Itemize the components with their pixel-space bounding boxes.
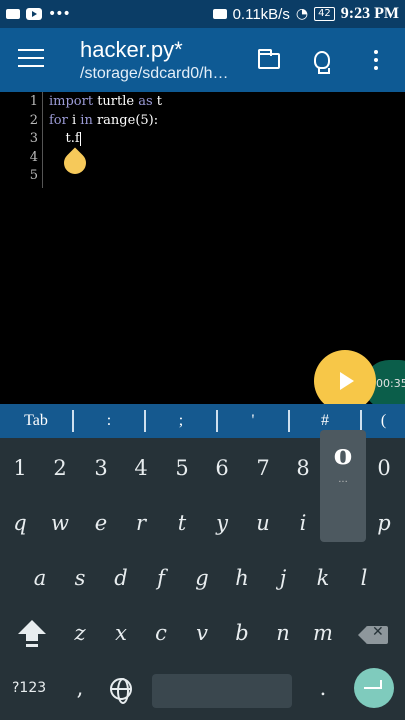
key-8[interactable]: 8 [285, 448, 321, 488]
line-number: 5 [29, 168, 38, 183]
symbol-key[interactable]: ; [146, 404, 216, 438]
status-left: ••• [6, 6, 71, 22]
text-token: t [152, 94, 163, 109]
battery-icon: 42 [314, 7, 335, 21]
key-7[interactable]: 7 [245, 448, 281, 488]
key-f[interactable]: f [143, 558, 179, 598]
shift-key[interactable] [18, 620, 46, 650]
key-l[interactable]: l [346, 558, 382, 598]
text-token: i [67, 112, 81, 128]
code-text: for i in range(5): [49, 113, 158, 128]
status-right: 0.11kB/s ◔ 42 9:23 PM [212, 5, 399, 23]
key-q[interactable]: q [2, 503, 38, 543]
code-line[interactable]: 1 import turtle as t [0, 94, 405, 113]
key-1[interactable]: 1 [2, 448, 38, 488]
clock: 9:23 PM [340, 5, 399, 22]
key-j[interactable]: j [265, 558, 301, 598]
period-key[interactable]: . [305, 668, 341, 708]
key-0[interactable]: 0 [366, 448, 402, 488]
text-token: turtle [93, 94, 139, 109]
key-preview-popup: o ... [320, 430, 366, 542]
key-d[interactable]: d [103, 558, 139, 598]
key-u[interactable]: u [245, 503, 281, 543]
key-a[interactable]: a [22, 558, 58, 598]
code-line[interactable]: 4 [0, 150, 405, 169]
comma-key[interactable]: , [62, 668, 98, 708]
key-v[interactable]: v [184, 613, 220, 653]
more-vert-icon[interactable] [362, 46, 390, 74]
run-button[interactable] [314, 350, 376, 412]
key-p[interactable]: p [366, 503, 402, 543]
symbol-key[interactable]: ( [362, 404, 405, 438]
code-text: t.f [49, 131, 81, 146]
globe-icon[interactable] [110, 678, 132, 704]
symbol-key[interactable]: : [74, 404, 144, 438]
cast-icon [212, 9, 227, 19]
space-bar[interactable] [152, 674, 292, 708]
key-i[interactable]: i [285, 503, 321, 543]
key-s[interactable]: s [62, 558, 98, 598]
status-bar: ••• 0.11kB/s ◔ 42 9:23 PM [0, 0, 405, 28]
text-cursor [79, 131, 81, 146]
code-line[interactable]: 5 [0, 168, 405, 187]
recording-timer: 00:35 [376, 377, 405, 390]
keyword-token: import [49, 94, 94, 109]
symbol-key[interactable]: ' [218, 404, 288, 438]
text-token: t.f [49, 131, 80, 146]
more-dots-icon: ••• [48, 6, 71, 22]
keyword-token: as [138, 94, 153, 109]
code-text: import turtle as t [49, 94, 162, 109]
key-z[interactable]: z [62, 613, 98, 653]
key-b[interactable]: b [224, 613, 260, 653]
text-token: range(5): [92, 112, 159, 128]
youtube-icon [26, 8, 42, 20]
key-w[interactable]: w [42, 503, 78, 543]
key-2[interactable]: 2 [42, 448, 78, 488]
message-icon [6, 9, 20, 19]
enter-key[interactable] [354, 668, 394, 708]
folder-icon[interactable] [255, 46, 283, 74]
file-title: hacker.py* [80, 37, 183, 62]
key-t[interactable]: t [164, 503, 200, 543]
lightbulb-icon[interactable] [308, 46, 336, 74]
line-number: 1 [29, 94, 38, 109]
key-k[interactable]: k [305, 558, 341, 598]
line-number: 3 [29, 131, 38, 146]
file-path: /storage/sdcard0/h… [80, 65, 229, 82]
key-preview-letter: o [333, 438, 353, 471]
key-4[interactable]: 4 [123, 448, 159, 488]
wifi-icon: ◔ [295, 6, 309, 22]
key-r[interactable]: r [123, 503, 159, 543]
keyword-token: for [49, 112, 68, 128]
key-5[interactable]: 5 [164, 448, 200, 488]
key-3[interactable]: 3 [83, 448, 119, 488]
app-bar: hacker.py* /storage/sdcard0/h… [0, 28, 405, 92]
key-x[interactable]: x [103, 613, 139, 653]
key-preview-hint: ... [338, 474, 348, 485]
key-y[interactable]: y [204, 503, 240, 543]
tab-key[interactable]: Tab [0, 404, 72, 438]
backspace-key[interactable]: ✕ [358, 624, 388, 644]
menu-icon[interactable] [18, 49, 44, 69]
key-g[interactable]: g [184, 558, 220, 598]
key-m[interactable]: m [305, 613, 341, 653]
key-n[interactable]: n [265, 613, 301, 653]
network-speed: 0.11kB/s [232, 5, 290, 23]
key-h[interactable]: h [224, 558, 260, 598]
symbols-mode-key[interactable]: ?123 [12, 680, 46, 696]
keyword-token: in [80, 112, 93, 128]
key-e[interactable]: e [83, 503, 119, 543]
key-6[interactable]: 6 [204, 448, 240, 488]
code-line[interactable]: 2 for i in range(5): [0, 113, 405, 132]
code-line[interactable]: 3 t.f [0, 131, 405, 150]
key-c[interactable]: c [143, 613, 179, 653]
line-number: 4 [29, 149, 38, 165]
line-number: 2 [29, 112, 38, 128]
